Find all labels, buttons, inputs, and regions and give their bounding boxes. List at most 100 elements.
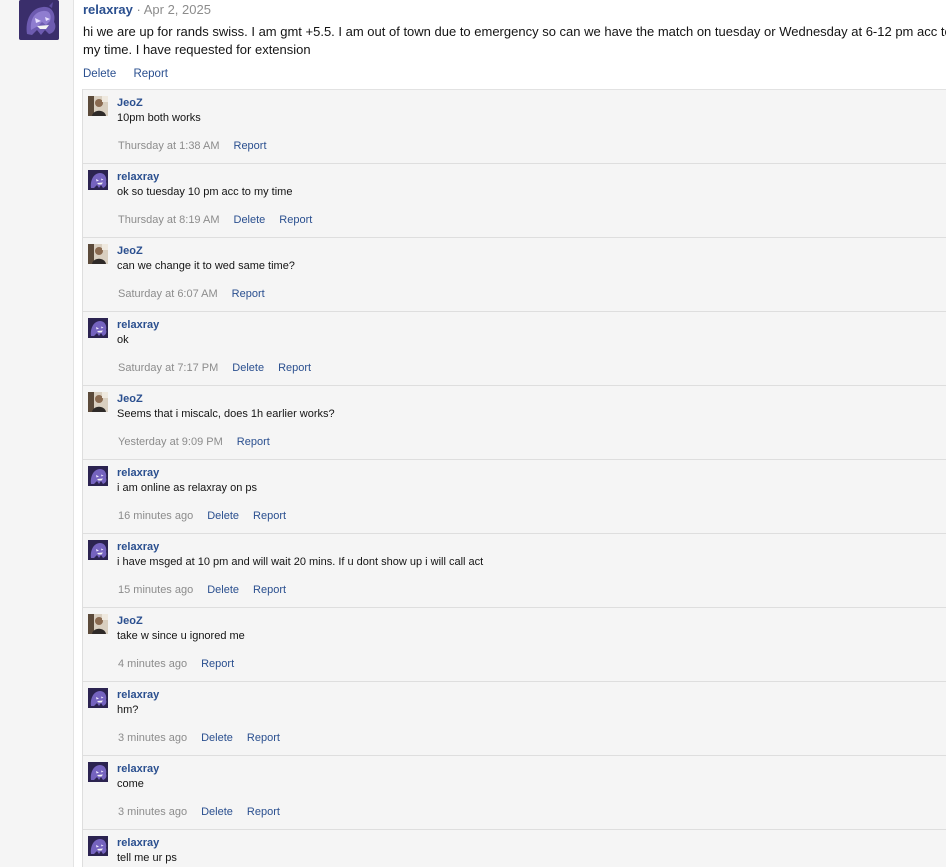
user-photo-icon xyxy=(88,392,108,412)
avatar[interactable] xyxy=(88,614,108,634)
comment-text: tell me ur ps xyxy=(117,852,177,864)
comment-report-link[interactable]: Report xyxy=(237,436,270,448)
comment-text: i am online as relaxray on ps xyxy=(117,482,258,494)
comment-item: JeoZ 10pm both works Thursday at 1:38 AM Re… xyxy=(83,89,946,163)
post-actions: Delete Report xyxy=(83,68,182,80)
comment-text: take w since u ignored me xyxy=(117,630,245,642)
post-header: relaxray · Apr 2, 2025 xyxy=(83,2,211,17)
user-photo-icon xyxy=(88,614,108,634)
comment-timestamp[interactable]: Saturday at 7:17 PM xyxy=(118,362,218,374)
comment-author[interactable]: relaxray xyxy=(117,837,159,849)
comment-timestamp[interactable]: 16 minutes ago xyxy=(118,510,193,522)
comment-author[interactable]: JeoZ xyxy=(117,245,143,257)
comment-meta: 15 minutes ago Delete Report xyxy=(118,584,300,596)
comment-item: JeoZ Seems that i miscalc, does 1h earlie… xyxy=(83,385,946,459)
comment-list: JeoZ 10pm both works Thursday at 1:38 AM Re… xyxy=(82,89,946,867)
comment-text: come xyxy=(117,778,144,790)
comment-timestamp[interactable]: 3 minutes ago xyxy=(118,732,187,744)
user-photo-icon xyxy=(88,244,108,264)
comment-item: relaxray ok so tuesday 10 pm acc to my ti… xyxy=(83,163,946,237)
comment-meta: Yesterday at 9:09 PM Report xyxy=(118,436,284,448)
comment-item: relaxray i have msged at 10 pm and will w… xyxy=(83,533,946,607)
comment-meta: Thursday at 8:19 AM Delete Report xyxy=(118,214,326,226)
comment-timestamp[interactable]: Thursday at 1:38 AM xyxy=(118,140,220,152)
avatar[interactable] xyxy=(19,0,59,40)
avatar[interactable] xyxy=(88,762,108,782)
comment-timestamp[interactable]: 15 minutes ago xyxy=(118,584,193,596)
post-author[interactable]: relaxray xyxy=(83,2,133,17)
comment-meta: 4 minutes ago Report xyxy=(118,658,248,670)
comment-text: 10pm both works xyxy=(117,112,201,124)
comment-timestamp[interactable]: 3 minutes ago xyxy=(118,806,187,818)
comment-meta: 3 minutes ago Delete Report xyxy=(118,806,294,818)
comment-item: relaxray hm? 3 minutes ago Delete Report xyxy=(83,681,946,755)
comment-text: can we change it to wed same time? xyxy=(117,260,295,272)
comment-report-link[interactable]: Report xyxy=(234,140,267,152)
post-date[interactable]: Apr 2, 2025 xyxy=(144,2,211,17)
comment-report-link[interactable]: Report xyxy=(247,732,280,744)
avatar[interactable] xyxy=(88,540,108,560)
comment-delete-link[interactable]: Delete xyxy=(232,362,264,374)
comment-timestamp[interactable]: Yesterday at 9:09 PM xyxy=(118,436,223,448)
post-header-separator: · xyxy=(132,2,144,17)
comment-meta: 3 minutes ago Delete Report xyxy=(118,732,294,744)
comment-author[interactable]: relaxray xyxy=(117,689,159,701)
comment-report-link[interactable]: Report xyxy=(253,584,286,596)
comment-delete-link[interactable]: Delete xyxy=(234,214,266,226)
comment-text: hm? xyxy=(117,704,139,716)
comment-report-link[interactable]: Report xyxy=(278,362,311,374)
comment-author[interactable]: JeoZ xyxy=(117,615,143,627)
comment-report-link[interactable]: Report xyxy=(201,658,234,670)
comment-text: Seems that i miscalc, does 1h earlier wo… xyxy=(117,408,335,420)
comment-text: ok xyxy=(117,334,129,346)
ghost-avatar-icon xyxy=(88,836,108,856)
comment-delete-link[interactable]: Delete xyxy=(201,732,233,744)
post-delete-link[interactable]: Delete xyxy=(83,68,116,80)
comment-author[interactable]: relaxray xyxy=(117,467,159,479)
comment-delete-link[interactable]: Delete xyxy=(207,584,239,596)
comment-timestamp[interactable]: Thursday at 8:19 AM xyxy=(118,214,220,226)
ghost-avatar-icon xyxy=(88,318,108,338)
comment-author[interactable]: relaxray xyxy=(117,763,159,775)
comment-report-link[interactable]: Report xyxy=(253,510,286,522)
comment-text: ok so tuesday 10 pm acc to my time xyxy=(117,186,293,198)
comment-timestamp[interactable]: 4 minutes ago xyxy=(118,658,187,670)
ghost-avatar-icon xyxy=(19,0,59,40)
comment-report-link[interactable]: Report xyxy=(279,214,312,226)
comment-meta: Saturday at 6:07 AM Report xyxy=(118,288,279,300)
comment-author[interactable]: relaxray xyxy=(117,541,159,553)
comment-timestamp[interactable]: Saturday at 6:07 AM xyxy=(118,288,218,300)
comment-author[interactable]: JeoZ xyxy=(117,393,143,405)
avatar[interactable] xyxy=(88,318,108,338)
comment-item: relaxray tell me ur ps xyxy=(83,829,946,867)
avatar[interactable] xyxy=(88,170,108,190)
avatar[interactable] xyxy=(88,392,108,412)
ghost-avatar-icon xyxy=(88,540,108,560)
comment-delete-link[interactable]: Delete xyxy=(201,806,233,818)
comment-item: JeoZ take w since u ignored me 4 minutes a… xyxy=(83,607,946,681)
ghost-avatar-icon xyxy=(88,170,108,190)
comment-item: relaxray come 3 minutes ago Delete Report xyxy=(83,755,946,829)
avatar[interactable] xyxy=(88,466,108,486)
comment-meta: 16 minutes ago Delete Report xyxy=(118,510,300,522)
avatar[interactable] xyxy=(88,836,108,856)
comment-author[interactable]: relaxray xyxy=(117,171,159,183)
comment-author[interactable]: JeoZ xyxy=(117,97,143,109)
user-photo-icon xyxy=(88,96,108,116)
comment-item: relaxray i am online as relaxray on ps 16 … xyxy=(83,459,946,533)
comment-meta: Saturday at 7:17 PM Delete Report xyxy=(118,362,325,374)
left-gutter xyxy=(0,0,74,867)
comment-author[interactable]: relaxray xyxy=(117,319,159,331)
comment-delete-link[interactable]: Delete xyxy=(207,510,239,522)
comment-item: relaxray ok Saturday at 7:17 PM Delete Repor… xyxy=(83,311,946,385)
post-report-link[interactable]: Report xyxy=(133,68,168,80)
post-text: hi we are up for rands swiss. I am gmt +… xyxy=(83,24,946,57)
comment-report-link[interactable]: Report xyxy=(232,288,265,300)
avatar[interactable] xyxy=(88,244,108,264)
avatar[interactable] xyxy=(88,96,108,116)
comment-report-link[interactable]: Report xyxy=(247,806,280,818)
comment-meta: Thursday at 1:38 AM Report xyxy=(118,140,281,152)
ghost-avatar-icon xyxy=(88,688,108,708)
avatar[interactable] xyxy=(88,688,108,708)
comment-text: i have msged at 10 pm and will wait 20 m… xyxy=(117,556,484,568)
